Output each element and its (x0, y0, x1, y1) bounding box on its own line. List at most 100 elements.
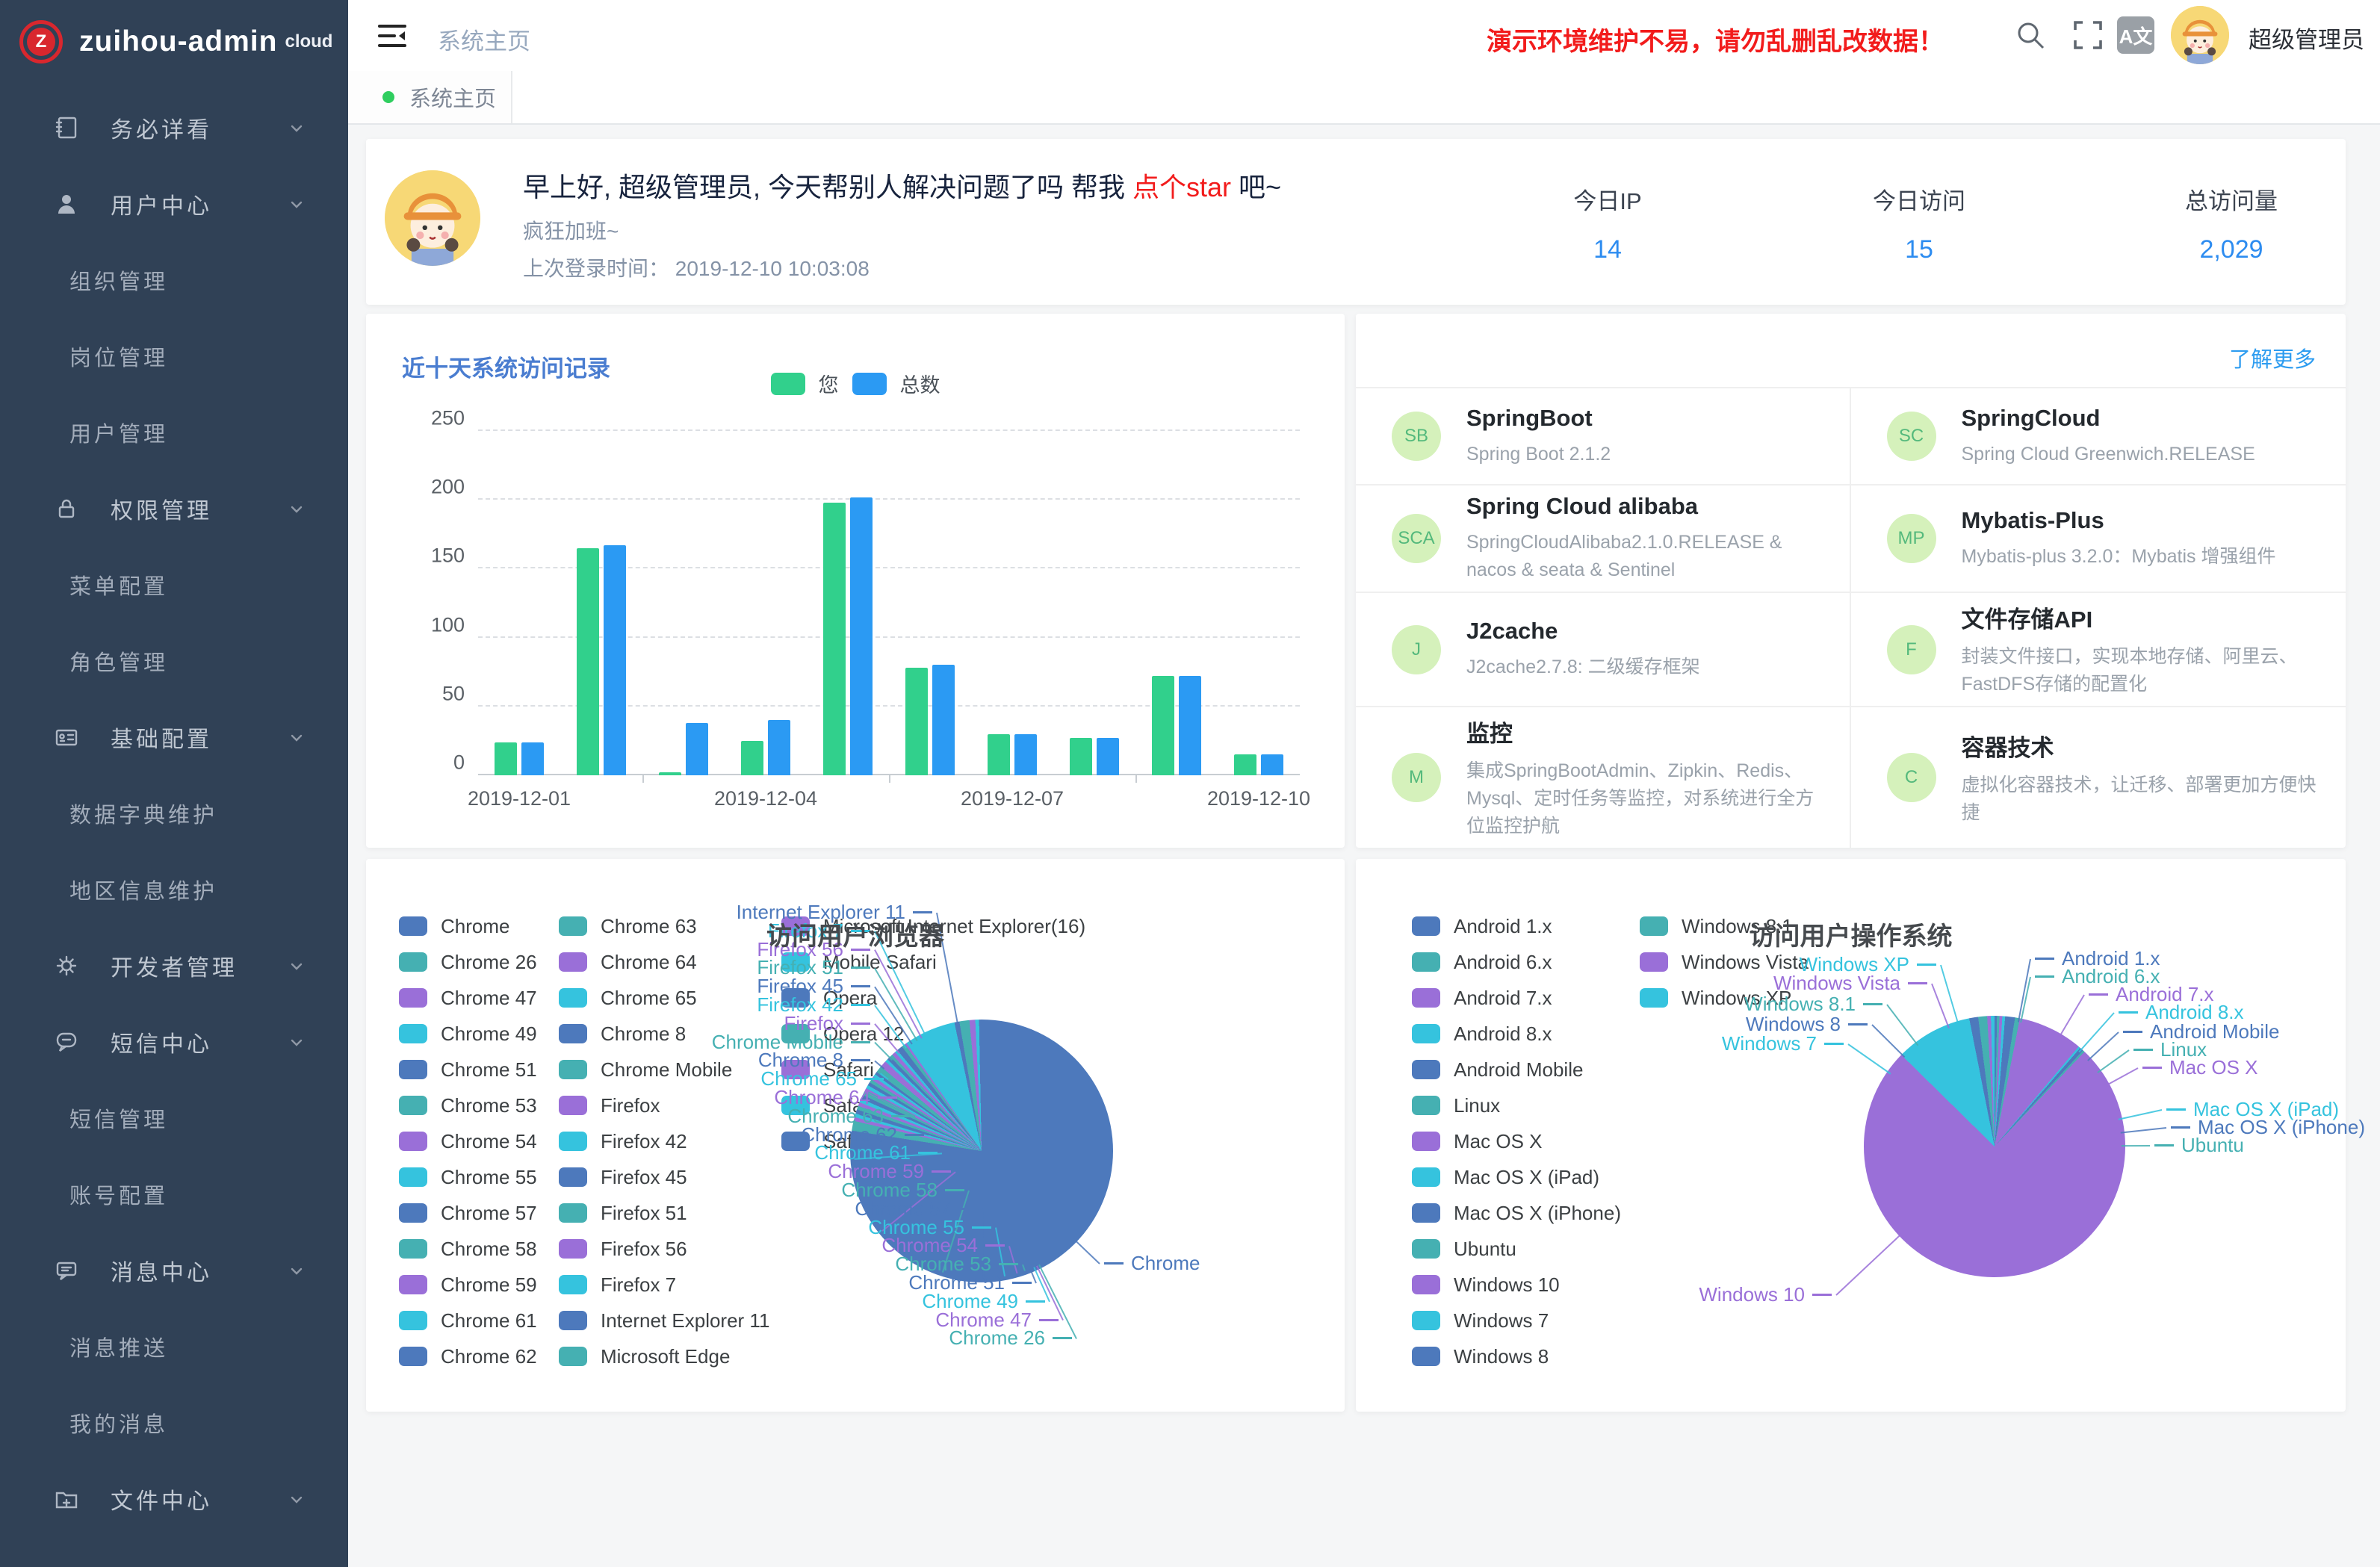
stat-value: 15 (1873, 235, 1965, 264)
pie-label-Mac OS X: Mac OS X (2142, 1056, 2257, 1079)
legend-label: Android Mobile (1454, 1058, 1583, 1082)
tech-badge: SC (1887, 412, 1936, 461)
legend-label: Linux (1454, 1094, 1500, 1117)
sidebar-subitem[interactable]: 用户管理 (0, 394, 348, 471)
star-link[interactable]: 点个star (1132, 172, 1231, 202)
legend-label: Mac OS X (1454, 1130, 1542, 1153)
tech-cell-SpringCloud: SCSpringCloudSpring Cloud Greenwich.RELE… (1851, 387, 2346, 484)
tech-title: 文件存储API (1962, 601, 2320, 634)
gridline (478, 705, 1300, 707)
greeting-subtitle: 疯狂加班~ (523, 215, 619, 245)
bar-总数-2019-12-04 (768, 720, 790, 775)
sidebar-subitem-label: 账号配置 (69, 1179, 168, 1210)
learn-more-link[interactable]: 了解更多 (2229, 342, 2316, 373)
legend-swatch[interactable] (852, 373, 887, 395)
sidebar-item-1[interactable]: 务必详看 (0, 90, 348, 166)
tech-desc: Spring Boot 2.1.2 (1466, 441, 1611, 468)
sidebar-subitem[interactable]: 账号配置 (0, 1156, 348, 1232)
sidebar-subitem[interactable]: 角色管理 (0, 623, 348, 699)
sidebar-subitem[interactable]: 菜单配置 (0, 547, 348, 623)
translate-icon[interactable]: A文 (2117, 16, 2154, 54)
bar-您-2019-12-07 (988, 734, 1010, 775)
user-avatar (385, 170, 480, 266)
tech-title: Mybatis-Plus (1962, 507, 2276, 534)
sidebar-item-4[interactable]: 基础配置 (0, 699, 348, 775)
stat-label: 今日IP (1573, 182, 1641, 216)
legend-item[interactable]: Windows 8 (1412, 1338, 1621, 1374)
legend-label: Mac OS X (iPhone) (1454, 1202, 1621, 1225)
sidebar-subitem[interactable]: 消息推送 (0, 1309, 348, 1385)
sidebar-subitem[interactable]: 组织管理 (0, 242, 348, 318)
current-user[interactable]: 超级管理员 (2249, 21, 2364, 55)
legend-item[interactable]: Mac OS X (iPhone) (1412, 1195, 1621, 1231)
bar-您-2019-12-10 (1234, 754, 1256, 775)
tech-badge: J (1392, 625, 1441, 674)
legend-swatch (1412, 1239, 1440, 1259)
avatar[interactable] (2171, 6, 2229, 64)
sidebar-item-2[interactable]: 用户中心 (0, 166, 348, 242)
legend-item[interactable]: Mac OS X (iPad) (1412, 1159, 1621, 1195)
legend-item[interactable]: Ubuntu (1412, 1231, 1621, 1267)
legend-item[interactable]: Android Mobile (1412, 1052, 1621, 1087)
legend-swatch (1412, 1347, 1440, 1366)
sidebar-item-label: 用户中心 (111, 187, 212, 220)
app-root: Z zuihou-admin cloud 务必详看用户中心组织管理岗位管理用户管… (0, 0, 2380, 1567)
sidebar-subitem[interactable]: 数据字典维护 (0, 775, 348, 851)
tab-home[interactable]: 系统主页 (348, 71, 512, 123)
sidebar-menu: 务必详看用户中心组织管理岗位管理用户管理权限管理菜单配置角色管理基础配置数据字典… (0, 90, 348, 1537)
sidebar-subitem[interactable]: 岗位管理 (0, 318, 348, 394)
chevron-down-icon (288, 196, 305, 217)
sidebar-item-8[interactable]: 文件中心 (0, 1461, 348, 1537)
legend-item[interactable]: Windows 7 (1412, 1303, 1621, 1338)
tech-title: Spring Cloud alibaba (1466, 493, 1825, 520)
bar-您-2019-12-01 (495, 742, 517, 775)
breadcrumb[interactable]: 系统主页 (438, 22, 530, 56)
pie-label-Chrome 26: Chrome 26 (366, 1326, 1072, 1350)
sidebar-item-label: 文件中心 (111, 1483, 212, 1515)
search-icon[interactable] (2013, 18, 2048, 52)
chevron-down-icon (288, 730, 305, 750)
lock-icon (54, 496, 79, 521)
bar-总数-2019-12-08 (1097, 738, 1119, 775)
fullscreen-icon[interactable] (2071, 18, 2105, 52)
menu-fold-icon[interactable] (375, 19, 409, 53)
logo[interactable]: Z zuihou-admin cloud (0, 0, 348, 84)
sidebar-item-3[interactable]: 权限管理 (0, 471, 348, 547)
sidebar-subitem[interactable]: 地区信息维护 (0, 851, 348, 928)
sidebar-subitem[interactable]: 短信管理 (0, 1080, 348, 1156)
legend-item[interactable]: Mac OS X (1412, 1123, 1621, 1159)
sidebar-item-7[interactable]: 消息中心 (0, 1232, 348, 1309)
legend-swatch[interactable] (771, 373, 805, 395)
sidebar-item-5[interactable]: 开发者管理 (0, 928, 348, 1004)
sidebar-subitem-label: 岗位管理 (69, 341, 168, 372)
legend-label: Ubuntu (1454, 1238, 1516, 1261)
tech-badge: SB (1392, 412, 1441, 461)
y-axis-label: 150 (431, 544, 465, 568)
sidebar-item-label: 基础配置 (111, 721, 212, 754)
gridline (478, 498, 1300, 500)
legend-label[interactable]: 总数 (900, 369, 940, 398)
gridline (478, 429, 1300, 431)
gridline (478, 636, 1300, 638)
visit-chart-legend: 您 总数 (366, 369, 1345, 398)
bar-总数-2019-12-02 (604, 545, 626, 775)
tech-desc: 虚拟化容器技术，让迁移、部署更加方便快捷 (1962, 772, 2320, 827)
tech-title: 容器技术 (1962, 729, 2320, 763)
chevron-down-icon (288, 120, 305, 140)
legend-item[interactable]: Android 1.x (1412, 908, 1621, 944)
sidebar-subitem-label: 数据字典维护 (69, 798, 217, 829)
legend-item[interactable]: Linux (1412, 1087, 1621, 1123)
sidebar-item-6[interactable]: 短信中心 (0, 1004, 348, 1080)
tech-title: SpringBoot (1466, 405, 1611, 432)
card-icon (54, 724, 79, 750)
sidebar-subitem[interactable]: 我的消息 (0, 1385, 348, 1461)
gridline (478, 567, 1300, 568)
user-icon (54, 191, 79, 217)
tech-badge: MP (1887, 514, 1936, 563)
bar-您-2019-12-06 (905, 668, 928, 775)
x-axis-label: 2019-12-04 (714, 787, 817, 810)
legend-label[interactable]: 您 (819, 369, 839, 398)
tech-cell-监控: M监控集成SpringBootAdmin、Zipkin、Redis、Mysql、… (1356, 706, 1851, 848)
stat-2: 今日访问15 (1873, 182, 1965, 264)
browser-chart-title: 访问用户浏览器 (766, 916, 944, 952)
